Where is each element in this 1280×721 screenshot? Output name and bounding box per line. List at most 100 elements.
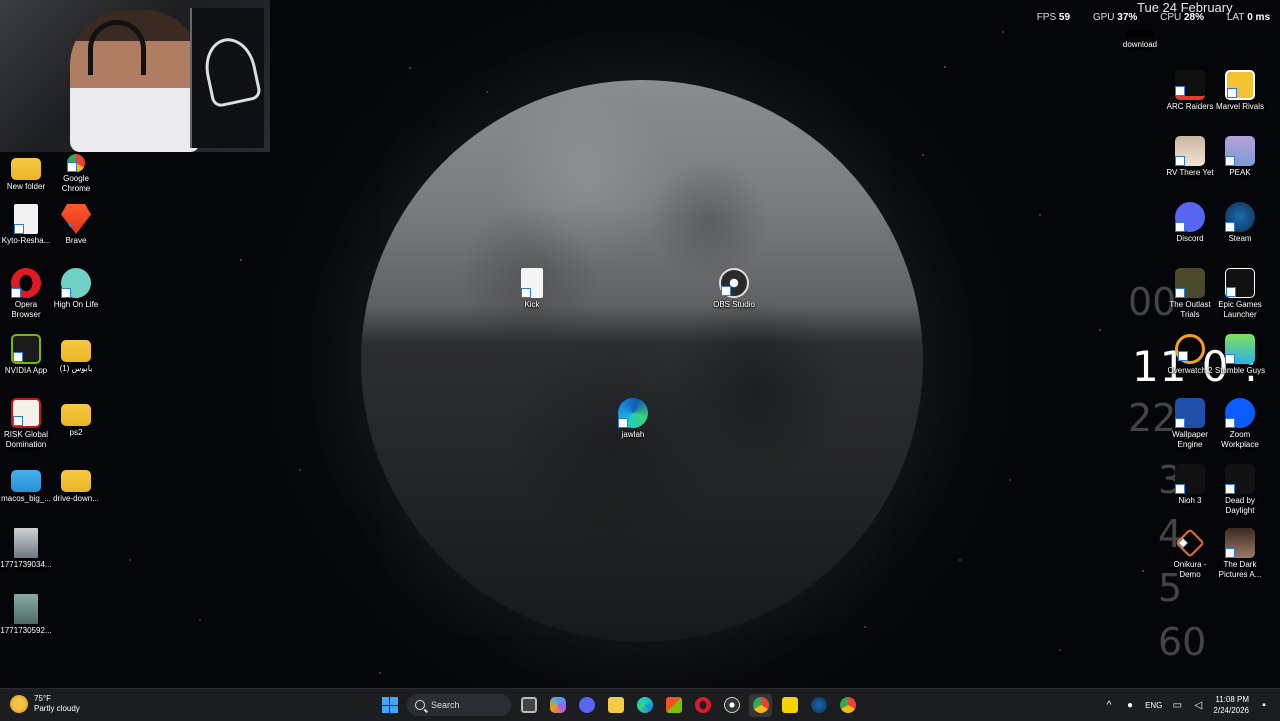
image-file-icon (14, 528, 38, 558)
desktop-icon-epic-games[interactable]: Epic Games Launcher (1214, 268, 1266, 320)
start-button[interactable] (378, 694, 401, 717)
taskbar-obs[interactable] (720, 694, 743, 717)
steam-icon (1225, 202, 1255, 232)
folder-icon (61, 470, 91, 492)
desktop-icon-obs[interactable]: OBS Studio (708, 268, 760, 310)
desktop-icon-nioh-3[interactable]: Nioh 3 (1164, 464, 1216, 506)
weather-temp: 75°F (34, 694, 51, 703)
wallpaper-engine-icon (1175, 398, 1205, 428)
microphone-icon[interactable]: ● (1124, 699, 1136, 711)
weather-widget[interactable]: 75°F Partly cloudy (10, 694, 80, 714)
desktop-icon-wallpaper-engine[interactable]: Wallpaper Engine (1164, 398, 1216, 450)
folder-icon (61, 340, 91, 362)
desktop-icon-onikura[interactable]: Onikura - Demo (1164, 528, 1216, 580)
cpu-value: 28 (1184, 12, 1196, 23)
taskbar-edge[interactable] (633, 694, 656, 717)
taskbar-chrome[interactable] (749, 693, 772, 717)
gpu-value: 37 (1117, 12, 1129, 23)
taskbar-pinned-apps: Search (378, 693, 859, 717)
desktop-icon-zoom[interactable]: Zoom Workplace (1214, 398, 1266, 450)
desktop-icon-dead-by-daylight[interactable]: Dead by Daylight (1214, 464, 1266, 516)
desktop-icon-rv-there-yet[interactable]: RV There Yet (1164, 136, 1216, 178)
image-file-icon (14, 594, 38, 624)
taskbar-discord[interactable] (575, 694, 598, 717)
performance-overlay: FPS 59 GPU 37% CPU 28% LAT 0 ms (1017, 12, 1270, 23)
desktop-icon-chrome[interactable]: Google Chrome (50, 152, 102, 194)
rv-there-yet-icon (1175, 136, 1205, 166)
highonlife-icon (61, 268, 91, 298)
dark-pictures-icon (1225, 528, 1255, 558)
task-view-button[interactable] (517, 694, 540, 717)
desktop-icon-kick[interactable]: Kick (506, 268, 558, 310)
file-icon (14, 204, 38, 234)
nvidia-icon (11, 334, 41, 364)
desktop-icon-brave[interactable]: Brave (50, 204, 102, 246)
desktop-icon-arc-raiders[interactable]: ARC Raiders (1164, 70, 1216, 112)
desktop-icon-folder-babos[interactable]: بابوس (1) (50, 334, 102, 374)
taskbar-store[interactable] (662, 694, 685, 717)
desktop-icon-drive-download[interactable]: drive-down... (50, 464, 102, 504)
desktop-icon-ps2[interactable]: ps2 (50, 398, 102, 438)
desktop-icon-new-folder[interactable]: New folder (0, 152, 52, 192)
gpu-unit: % (1128, 12, 1138, 23)
folder-blue-icon (11, 470, 41, 492)
desktop-icon-stumble-guys[interactable]: Stumble Guys (1214, 334, 1266, 376)
lat-label: LAT (1226, 12, 1245, 23)
desktop-icon-macos[interactable]: macos_big_... (0, 464, 52, 504)
arc-raiders-icon (1175, 70, 1205, 100)
desktop-icon-discord[interactable]: Discord (1164, 202, 1216, 244)
gpu-label: GPU (1092, 12, 1115, 23)
system-tray: ^ ● ENG ▭ ◁ 11:08 PM 2/24/2026 ▪ (1103, 689, 1270, 721)
taskbar-steam[interactable] (807, 694, 830, 717)
desktop-icon-image-2[interactable]: 1771730592... (0, 594, 52, 636)
epic-games-icon (1225, 268, 1255, 298)
desktop-icon-jawlah[interactable]: jawlah (607, 398, 659, 440)
desktop-icon-nvidia[interactable]: NVIDIA App (0, 334, 52, 376)
fps-value: 59 (1058, 12, 1071, 23)
desktop-icon-dark-pictures[interactable]: The Dark Pictures A... (1214, 528, 1266, 580)
desktop-icon-marvel-rivals[interactable]: Marvel Rivals (1214, 70, 1266, 112)
discord-icon (1175, 202, 1205, 232)
taskbar-chrome-profile[interactable] (836, 694, 859, 717)
outlast-icon (1175, 268, 1205, 298)
lat-unit: ms (1255, 12, 1270, 23)
taskbar-file-explorer[interactable] (604, 694, 627, 717)
obs-icon (719, 268, 749, 298)
desktop-icon-risk[interactable]: RISK Global Domination (0, 398, 52, 450)
network-icon[interactable]: ▭ (1171, 699, 1183, 711)
desktop-icon-high-on-life[interactable]: High On Life (50, 268, 102, 310)
copilot-button[interactable] (546, 694, 569, 717)
desktop-icon-kyto[interactable]: Kyto-Resha... (0, 204, 52, 246)
dead-by-daylight-icon (1225, 464, 1255, 494)
brave-icon (61, 204, 91, 234)
taskbar-date: 2/24/2026 (1213, 706, 1249, 715)
webcam-overlay (0, 0, 270, 152)
desktop-icon-outlast-trials[interactable]: The Outlast Trials (1164, 268, 1216, 320)
headset-icon (88, 20, 146, 75)
desktop-icon-opera[interactable]: Opera Browser (0, 268, 52, 320)
taskbar-opera[interactable] (691, 694, 714, 717)
desktop-icon-peak[interactable]: PEAK (1214, 136, 1266, 178)
desktop-icon-overwatch[interactable]: Overwatch 2 (1164, 334, 1216, 376)
volume-icon[interactable]: ◁ (1192, 699, 1204, 711)
steam-icon (810, 697, 827, 713)
chrome-icon (67, 154, 85, 172)
clock-ghost-digit: 60 (1158, 620, 1207, 664)
search-placeholder: Search (431, 700, 460, 710)
wall-art (190, 8, 264, 148)
taskbar-clock[interactable]: 11:08 PM 2/24/2026 (1213, 694, 1249, 716)
file-explorer-icon (607, 697, 624, 713)
notification-icon[interactable]: ▪ (1258, 699, 1270, 711)
search-icon (415, 700, 425, 710)
input-language[interactable]: ENG (1145, 701, 1162, 710)
desktop-icon-image-1[interactable]: 1771739034... (0, 528, 52, 570)
desktop-icon-steam[interactable]: Steam (1214, 202, 1266, 244)
taskbar-search[interactable]: Search (407, 694, 511, 716)
desktop-icon-download[interactable]: download (1114, 30, 1166, 50)
taskbar-sticky-notes[interactable] (778, 694, 801, 717)
edge-icon (618, 398, 648, 428)
folder-icon (11, 158, 41, 180)
zoom-icon (1225, 398, 1255, 428)
chevron-up-icon[interactable]: ^ (1103, 699, 1115, 711)
weather-sun-icon (10, 695, 28, 713)
